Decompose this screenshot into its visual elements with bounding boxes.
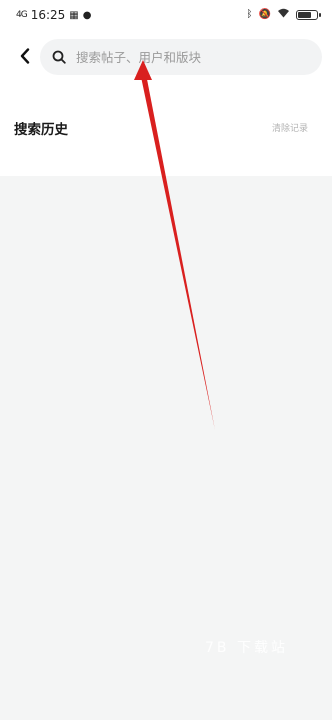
search-icon [52, 50, 66, 64]
clear-history-button[interactable]: 清除记录 [272, 121, 308, 134]
status-bar: 4G 16:25 ▦ ● ᛒ 🔕 [0, 0, 332, 30]
status-time: 16:25 [30, 8, 66, 22]
app-notification-icon: ▦ [69, 9, 79, 21]
compass-icon: ● [82, 9, 92, 21]
watermark: 7B 下载站 [205, 640, 288, 656]
signal-indicator: 4G [16, 10, 28, 20]
back-button[interactable] [14, 45, 36, 67]
search-input[interactable] [74, 48, 308, 66]
search-bar[interactable] [40, 39, 322, 75]
battery-icon [296, 9, 321, 20]
chevron-left-icon [20, 48, 30, 64]
mute-icon: 🔕 [258, 9, 271, 20]
search-history-title: 搜索历史 [14, 122, 68, 138]
wifi-icon [277, 8, 290, 21]
bluetooth-icon: ᛒ [246, 9, 253, 20]
